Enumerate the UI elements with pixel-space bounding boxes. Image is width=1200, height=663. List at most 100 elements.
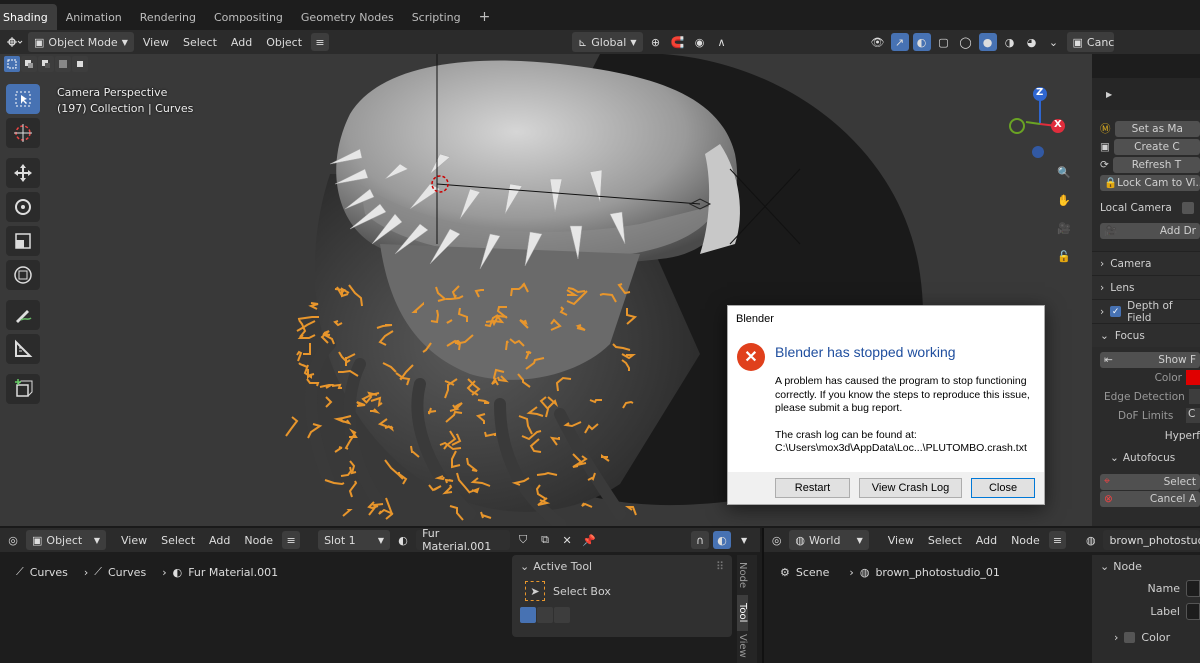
- shading-options-icon[interactable]: ⌄: [1045, 33, 1063, 51]
- cancel-autofocus-button[interactable]: ⊗ Cancel A: [1100, 490, 1200, 507]
- solid-shading-icon[interactable]: ●: [978, 33, 997, 51]
- select-subtract-icon[interactable]: [38, 56, 54, 72]
- mode-select[interactable]: ▣ Object Mode ▼: [28, 32, 134, 52]
- material-browse-icon[interactable]: ◐: [394, 531, 412, 549]
- navigation-gizmo[interactable]: Z X: [1004, 84, 1074, 164]
- color-checkbox[interactable]: [1124, 631, 1136, 643]
- menu-view[interactable]: View: [116, 530, 152, 550]
- world-type-select[interactable]: ◍ World ▼: [789, 530, 869, 550]
- snap-icon[interactable]: ∩: [691, 531, 710, 549]
- slot-select[interactable]: Slot 1 ▼: [318, 530, 391, 550]
- select-new-icon[interactable]: [4, 56, 20, 72]
- render-shading-icon[interactable]: ◕: [1023, 33, 1041, 51]
- tab-animation[interactable]: Animation: [57, 4, 131, 30]
- refresh-button[interactable]: Refresh T: [1112, 156, 1200, 173]
- section-lens[interactable]: › Lens: [1092, 275, 1200, 299]
- focus-color-swatch[interactable]: [1186, 370, 1200, 385]
- select-box-tool-icon[interactable]: [6, 84, 40, 114]
- pan-icon[interactable]: ✋: [1052, 188, 1076, 212]
- side-tab-tool[interactable]: Tool: [737, 595, 748, 631]
- select-new-icon[interactable]: [520, 607, 536, 623]
- tab-shading[interactable]: Shading: [0, 4, 57, 30]
- hamburger-icon[interactable]: ≡: [282, 531, 301, 549]
- lock-icon[interactable]: 🔓: [1052, 244, 1076, 268]
- world-browse-icon[interactable]: ◍: [1082, 531, 1099, 549]
- menu-add[interactable]: Add: [226, 32, 257, 52]
- menu-add[interactable]: Add: [204, 530, 235, 550]
- overlay-icon[interactable]: ◐: [912, 33, 931, 51]
- rotate-tool-icon[interactable]: [6, 192, 40, 222]
- material-shading-icon[interactable]: ◑: [1001, 33, 1019, 51]
- dof-checkbox[interactable]: ✓: [1110, 306, 1122, 317]
- snap-icon[interactable]: 🧲: [669, 33, 687, 51]
- chevron-down-icon[interactable]: ▼: [735, 531, 753, 549]
- section-depth-of-field[interactable]: › ✓ Depth of Field: [1092, 299, 1200, 324]
- menu-add[interactable]: Add: [971, 530, 1002, 550]
- menu-view[interactable]: View: [138, 32, 174, 52]
- color-subsection[interactable]: › Color: [1092, 623, 1200, 651]
- menu-select[interactable]: Select: [156, 530, 200, 550]
- section-focus[interactable]: ⌄ Focus: [1092, 323, 1200, 347]
- zoom-icon[interactable]: 🔍: [1052, 160, 1076, 184]
- world-name-field[interactable]: brown_photostudio: [1103, 530, 1200, 550]
- tab-geometry-nodes[interactable]: Geometry Nodes: [292, 4, 403, 30]
- view-crash-log-button[interactable]: View Crash Log: [859, 478, 962, 498]
- menu-node[interactable]: Node: [1006, 530, 1045, 550]
- menu-object[interactable]: Object: [261, 32, 307, 52]
- proportional-edit-icon[interactable]: ◉: [691, 33, 709, 51]
- select-extend-icon[interactable]: [537, 607, 553, 623]
- move-tool-icon[interactable]: [6, 158, 40, 188]
- material-name-field[interactable]: Fur Material.001: [416, 527, 511, 553]
- measure-tool-icon[interactable]: [6, 334, 40, 364]
- lock-cam-button[interactable]: 🔒 Lock Cam to Vi...: [1100, 174, 1200, 191]
- select-invert-icon[interactable]: [55, 56, 71, 72]
- orientation-select[interactable]: ⊾ Global ▼: [572, 32, 643, 52]
- editor-type-icon[interactable]: [6, 33, 24, 51]
- node-editor-icon[interactable]: ◎: [4, 531, 22, 549]
- label-field[interactable]: [1186, 603, 1200, 620]
- hamburger-icon[interactable]: ≡: [1048, 531, 1067, 549]
- falloff-icon[interactable]: ∧: [713, 33, 731, 51]
- create-button[interactable]: Create C: [1113, 138, 1200, 155]
- scale-tool-icon[interactable]: [6, 226, 40, 256]
- menu-select[interactable]: Select: [923, 530, 967, 550]
- active-tool-header[interactable]: ⌄ Active Tool ⠿: [512, 555, 732, 577]
- shader-type-select[interactable]: ▣ Object ▼: [26, 530, 106, 550]
- tab-scripting[interactable]: Scripting: [403, 4, 470, 30]
- node-editor-icon[interactable]: ◎: [768, 531, 785, 549]
- node-panel-header[interactable]: ⌄ Node: [1092, 555, 1200, 577]
- local-camera-checkbox[interactable]: [1182, 202, 1194, 214]
- select-intersect-icon[interactable]: [72, 56, 88, 72]
- visibility-icon[interactable]: 👁: [869, 33, 887, 51]
- expand-arrow-icon[interactable]: ▶: [1106, 90, 1112, 99]
- add-cube-tool-icon[interactable]: [6, 374, 40, 404]
- cursor-tool-icon[interactable]: [6, 118, 40, 148]
- select-subtract-icon[interactable]: [554, 607, 570, 623]
- autofocus-subsection[interactable]: ⌄ Autofocus: [1092, 447, 1200, 469]
- select-extend-icon[interactable]: [21, 56, 37, 72]
- duplicate-icon[interactable]: ⧉: [536, 531, 554, 549]
- show-focus-button[interactable]: ⇤ Show F: [1100, 351, 1200, 368]
- wireframe-shading-icon[interactable]: ◯: [957, 33, 975, 51]
- add-workspace-button[interactable]: +: [470, 4, 500, 30]
- restart-button[interactable]: Restart: [775, 478, 850, 498]
- set-as-marker-button[interactable]: Set as Ma: [1114, 120, 1200, 137]
- xray-icon[interactable]: ▢: [935, 33, 953, 51]
- gizmo-icon[interactable]: ↗: [890, 33, 909, 51]
- tab-compositing[interactable]: Compositing: [205, 4, 292, 30]
- menu-node[interactable]: Node: [239, 530, 278, 550]
- unlink-icon[interactable]: ✕: [558, 531, 576, 549]
- pin-icon[interactable]: 📌: [580, 531, 598, 549]
- drag-handle-icon[interactable]: ⠿: [716, 560, 724, 573]
- dof-limits-field[interactable]: C: [1186, 408, 1200, 423]
- name-field[interactable]: [1186, 580, 1200, 597]
- edge-detection-field[interactable]: [1188, 389, 1200, 404]
- overlay-icon[interactable]: ◐: [713, 531, 732, 549]
- section-camera[interactable]: › Camera: [1092, 251, 1200, 275]
- pivot-icon[interactable]: ⊕: [647, 33, 665, 51]
- hamburger-icon[interactable]: ≡: [311, 33, 330, 51]
- transform-tool-icon[interactable]: [6, 260, 40, 290]
- fake-user-icon[interactable]: ⛉: [514, 531, 532, 549]
- camera-view-icon[interactable]: 🎥: [1052, 216, 1076, 240]
- add-driver-button[interactable]: 🎥 Add Dr: [1100, 222, 1200, 239]
